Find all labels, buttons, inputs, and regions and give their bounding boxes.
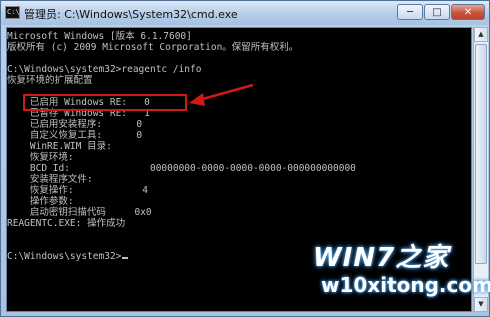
scroll-thumb[interactable] [475,44,487,264]
text-cursor [122,257,129,259]
watermark-logo: WIN7之家 [313,243,450,273]
console-line: 启动密钥扫描代码 0x0 [7,207,152,218]
close-button[interactable]: ✕ [451,4,485,20]
window-title: 管理员: C:\Windows\System32\cmd.exe [24,8,238,21]
console-prompt-line[interactable]: C:\Windows\system32> [7,251,129,262]
console-line: 恢复环境的扩展配置 [7,75,93,86]
cmd-icon: C:\ [5,6,20,19]
console-line: Microsoft Windows [版本 6.1.7600] [7,31,192,42]
console-line: 版权所有 (c) 2009 Microsoft Corporation。保留所有… [7,42,299,53]
console-line: 恢复环境: [7,152,74,163]
console-line: 已启用安装程序: 0 [7,119,143,130]
red-arrow-icon [189,83,254,106]
console-line: C:\Windows\system32>reagentc /info [7,64,202,75]
console-line: REAGENTC.EXE: 操作成功 [7,218,126,229]
console-line: 自定义恢复工具: 0 [7,130,143,141]
console-line: 操作参数: [7,196,74,207]
console-line: 恢复操作: 4 [7,185,148,196]
console-prompt: C:\Windows\system32> [7,251,122,262]
console-line: 安装程序文件: [7,174,93,185]
highlight-box [23,94,187,111]
console-line: WinRE.WIM 目录: [7,141,112,152]
maximize-button[interactable]: □ [424,4,450,20]
scroll-up-arrow-icon[interactable]: ▲ [474,27,488,42]
console-line: BCD Id: 00000000-0000-0000-0000-00000000… [7,163,356,174]
watermark-site: w10xitong.com [321,273,490,297]
minimize-button[interactable]: ─ [397,4,423,20]
cmd-window: C:\ 管理员: C:\Windows\System32\cmd.exe ─ □… [0,0,490,317]
watermark: WIN7之家 w10xitong.com [313,237,490,313]
title-bar[interactable]: C:\ 管理员: C:\Windows\System32\cmd.exe ─ □… [1,1,489,25]
